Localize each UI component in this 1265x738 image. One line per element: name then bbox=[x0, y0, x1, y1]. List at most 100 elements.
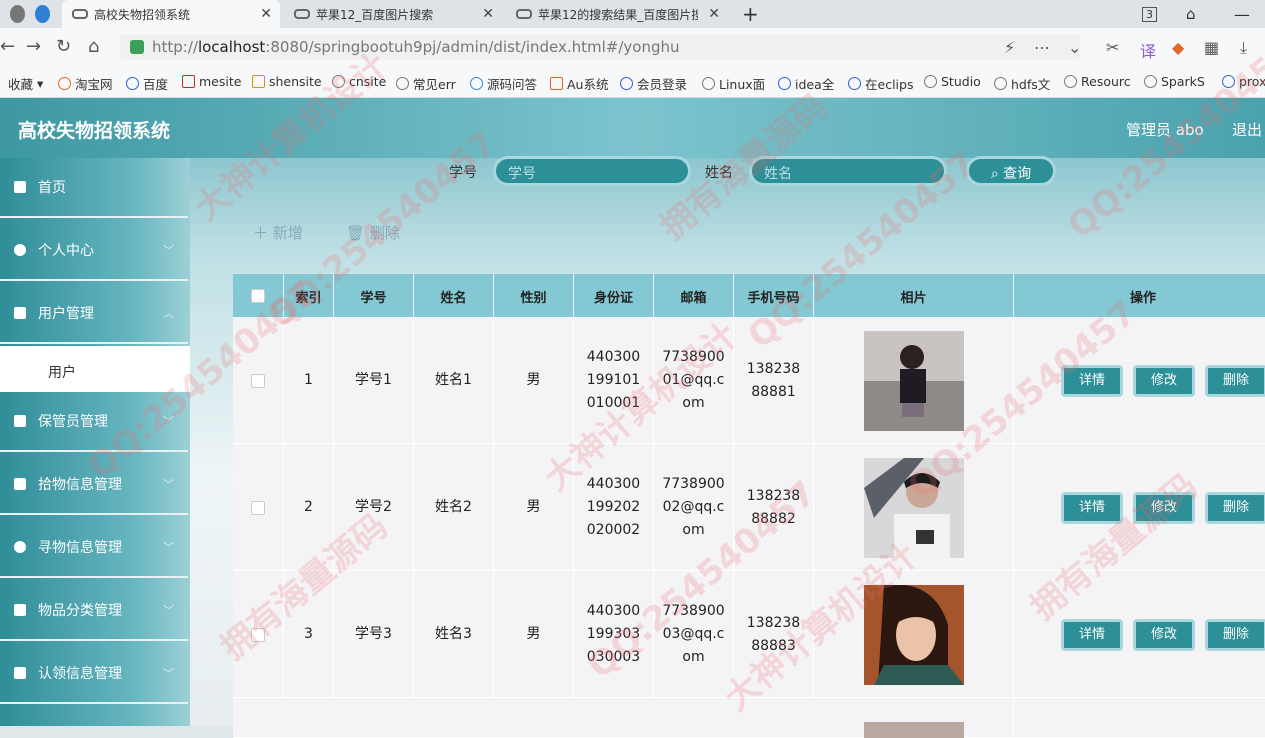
col-header[interactable]: 相片 bbox=[814, 274, 1014, 318]
bookmark-item[interactable]: SparkS bbox=[1144, 74, 1205, 89]
scissors-icon[interactable]: ✂ bbox=[1106, 38, 1119, 57]
col-header[interactable]: 姓名 bbox=[414, 274, 494, 318]
chevron-down-icon: ﹀ bbox=[163, 244, 174, 257]
bookmark-item[interactable]: 收藏 ▾ bbox=[8, 74, 43, 93]
monitor-icon bbox=[14, 478, 26, 490]
home-icon[interactable]: ⌂ bbox=[88, 36, 99, 57]
user-photo[interactable] bbox=[863, 584, 964, 685]
bookmark-item[interactable]: 会员登录 bbox=[620, 74, 687, 93]
tab-counter[interactable]: 3 bbox=[1132, 0, 1167, 28]
submenu-item-users[interactable]: 用户 bbox=[0, 346, 190, 392]
logout-link[interactable]: 退出 bbox=[1232, 119, 1262, 140]
app-title: 高校失物招领系统 bbox=[18, 120, 171, 142]
col-header[interactable]: 身份证 bbox=[574, 274, 654, 318]
bookmark-item[interactable]: 常见err bbox=[396, 74, 456, 93]
bookmark-item[interactable]: mesite bbox=[182, 74, 241, 89]
select-all-checkbox[interactable] bbox=[251, 289, 265, 303]
bookmark-item[interactable]: 百度 bbox=[126, 74, 168, 93]
table-row[interactable] bbox=[233, 698, 1265, 738]
sidebar-item-keepers[interactable]: 保管员管理 ﹀ bbox=[0, 392, 188, 452]
query-button[interactable]: ⌕ 查询 bbox=[966, 156, 1056, 186]
close-icon[interactable]: ✕ bbox=[708, 6, 720, 22]
xingming-input[interactable]: 姓名 bbox=[749, 156, 947, 186]
detail-button[interactable]: 详情 bbox=[1061, 619, 1123, 651]
chevron-down-icon: ﹀ bbox=[163, 604, 174, 617]
bookmark-item[interactable]: cnsite bbox=[332, 74, 386, 89]
user-photo[interactable] bbox=[863, 330, 964, 431]
minimize-icon[interactable]: — bbox=[1224, 0, 1260, 28]
table-row[interactable]: 2 学号2 姓名2 男 440300199202020002 773890002… bbox=[233, 444, 1265, 571]
download-icon[interactable]: ⤓ bbox=[1240, 38, 1247, 58]
tab-system[interactable]: 高校失物招领系统 ✕ bbox=[62, 0, 280, 28]
col-header[interactable]: 索引 bbox=[284, 274, 334, 318]
user-photo[interactable] bbox=[863, 457, 964, 558]
new-tab-button[interactable]: + bbox=[732, 0, 769, 28]
secure-icon bbox=[130, 40, 144, 54]
bookmark-item[interactable]: 源码问答 bbox=[470, 74, 537, 93]
col-header: 操作 bbox=[1014, 274, 1265, 318]
sidebar-item-category[interactable]: 物品分类管理 ﹀ bbox=[0, 581, 188, 641]
chevron-down-icon[interactable]: ⌄ bbox=[1068, 38, 1081, 57]
tab-baidu-2[interactable]: 苹果12的搜索结果_百度图片搜 ✕ bbox=[506, 0, 728, 28]
close-icon[interactable]: ✕ bbox=[260, 6, 272, 22]
xuehao-input[interactable]: 学号 bbox=[493, 156, 691, 186]
sidebar-item-found[interactable]: 拾物信息管理 ﹀ bbox=[0, 455, 188, 515]
translate-icon[interactable]: 译 bbox=[1140, 38, 1156, 62]
edit-button[interactable]: 修改 bbox=[1133, 365, 1195, 397]
detail-button[interactable]: 详情 bbox=[1061, 492, 1123, 524]
user-photo[interactable] bbox=[863, 722, 964, 738]
bookmark-item[interactable]: Linux面 bbox=[702, 74, 765, 93]
add-button[interactable]: ＋ 新增 bbox=[253, 222, 303, 243]
bookmark-item[interactable]: shensite bbox=[252, 74, 322, 89]
edit-button[interactable]: 修改 bbox=[1133, 619, 1195, 651]
shirt-icon[interactable]: ⌂ bbox=[1176, 0, 1206, 28]
detail-button[interactable]: 详情 bbox=[1061, 365, 1123, 397]
sidebar-item-lost[interactable]: 寻物信息管理 ﹀ bbox=[0, 518, 188, 578]
apps-icon[interactable]: ▦ bbox=[1204, 38, 1219, 57]
bookmark-item[interactable]: 淘宝网 bbox=[58, 74, 113, 93]
col-header[interactable]: 手机号码 bbox=[734, 274, 814, 318]
trash-icon: 🗑 bbox=[346, 223, 366, 242]
url-field[interactable]: http://localhost:8080/springbootuh9pj/ad… bbox=[120, 34, 1080, 60]
sidebar-item-claims[interactable]: 认领信息管理 ﹀ bbox=[0, 644, 188, 704]
row-checkbox[interactable] bbox=[251, 373, 265, 388]
edit-button[interactable]: 修改 bbox=[1133, 492, 1195, 524]
close-icon[interactable]: ✕ bbox=[482, 6, 494, 22]
sidebar-item-profile[interactable]: 个人中心 ﹀ bbox=[0, 221, 188, 281]
reload-icon[interactable]: ↻ bbox=[56, 36, 71, 57]
bookmark-item[interactable]: Resourc bbox=[1064, 74, 1131, 89]
col-header[interactable]: 学号 bbox=[334, 274, 414, 318]
col-header[interactable]: 邮箱 bbox=[654, 274, 734, 318]
row-checkbox[interactable] bbox=[251, 500, 265, 515]
bookmark-item[interactable]: idea全 bbox=[778, 74, 834, 93]
batch-delete-button[interactable]: 🗑 删除 bbox=[346, 222, 400, 243]
bookmark-item[interactable]: Studio bbox=[924, 74, 981, 89]
bookmark-item[interactable]: hdfs文 bbox=[994, 74, 1050, 93]
delete-button[interactable]: 删除 bbox=[1205, 492, 1265, 524]
lightning-icon[interactable]: ⚡ bbox=[1004, 38, 1015, 57]
bookmark-item[interactable]: 在eclips bbox=[848, 74, 913, 93]
table-row[interactable]: 3 学号3 姓名3 男 440300199303030003 773890003… bbox=[233, 571, 1265, 698]
sidebar-item-users[interactable]: 用户管理 ︿ bbox=[0, 284, 188, 344]
forward-icon[interactable]: → bbox=[26, 36, 41, 57]
tab-baidu-1[interactable]: 苹果12_百度图片搜索 ✕ bbox=[284, 0, 502, 28]
grid-icon bbox=[14, 604, 26, 616]
xuehao-label: 学号 bbox=[449, 165, 477, 181]
cell-email: 773890002@qq.com bbox=[654, 444, 734, 571]
table-row[interactable]: 1 学号1 姓名1 男 440300199101010001 773890001… bbox=[233, 317, 1265, 444]
back-icon[interactable]: ← bbox=[0, 36, 15, 57]
row-checkbox[interactable] bbox=[251, 627, 265, 642]
cell-index: 1 bbox=[284, 317, 334, 444]
bookmark-item[interactable]: Au系统 bbox=[550, 74, 608, 93]
more-icon[interactable]: ⋯ bbox=[1034, 38, 1050, 57]
game-icon[interactable]: ◆ bbox=[1172, 38, 1184, 57]
bookmark-item[interactable]: prox bbox=[1222, 74, 1265, 89]
sidebar-item-home[interactable]: 首页 bbox=[0, 158, 188, 218]
delete-button[interactable]: 删除 bbox=[1205, 365, 1265, 397]
browser-logo[interactable] bbox=[0, 0, 60, 28]
admin-label: 管理员 abo bbox=[1126, 121, 1204, 139]
delete-button[interactable]: 删除 bbox=[1205, 619, 1265, 651]
cell-phone: 13823888882 bbox=[734, 444, 814, 571]
plus-icon: ＋ bbox=[253, 224, 269, 242]
col-header[interactable]: 性别 bbox=[494, 274, 574, 318]
